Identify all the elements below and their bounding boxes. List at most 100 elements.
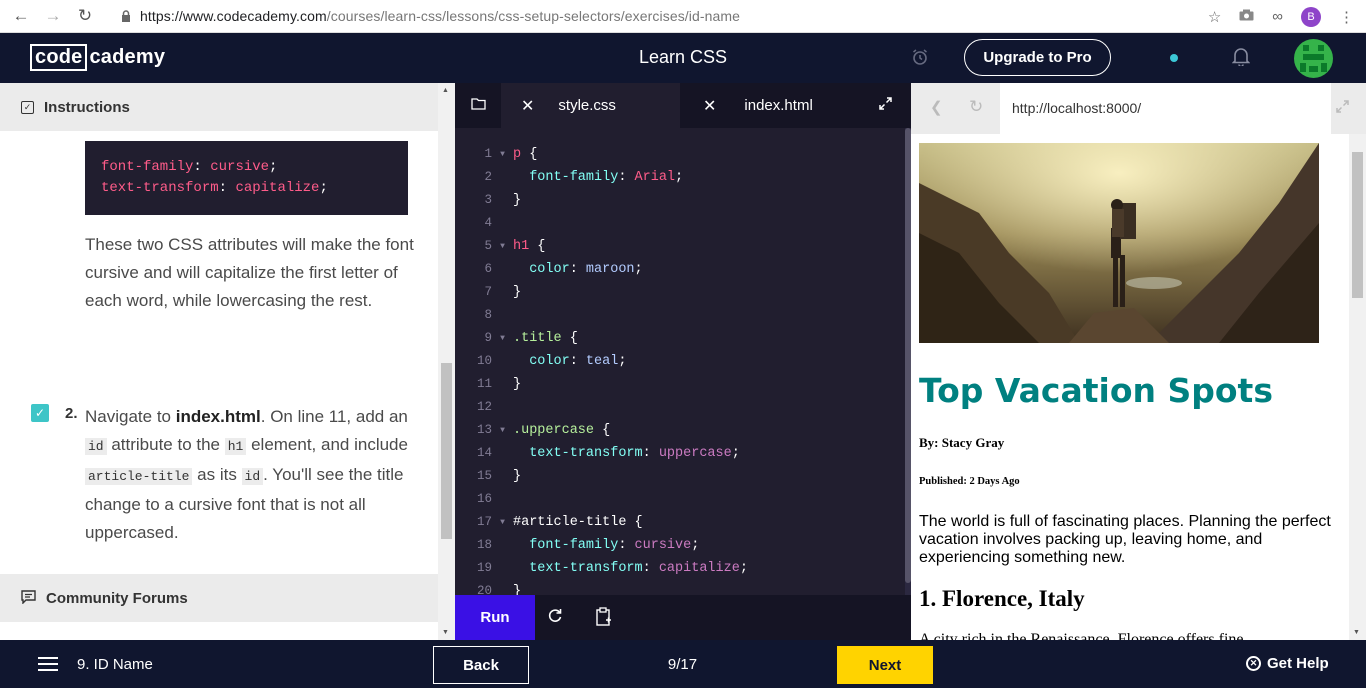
- line-number: 19: [476, 561, 492, 575]
- preview-title: Top Vacation Spots: [919, 371, 1273, 410]
- code-line[interactable]: 16: [455, 488, 905, 511]
- folder-icon[interactable]: [471, 97, 486, 114]
- code-line[interactable]: 11}: [455, 373, 905, 396]
- line-number: 9: [484, 331, 492, 345]
- scroll-up-icon[interactable]: ▲: [442, 87, 449, 94]
- scroll-down-icon[interactable]: ▼: [1353, 629, 1360, 636]
- instructions-header[interactable]: ✓ Instructions: [0, 83, 438, 131]
- fold-arrow-icon[interactable]: ▼: [492, 419, 513, 442]
- task-text: Navigate to index.html. On line 11, add …: [85, 407, 408, 542]
- code-token: {: [594, 423, 611, 438]
- code-token: }: [513, 377, 522, 392]
- user-avatar[interactable]: [1294, 39, 1333, 78]
- code-token: }: [513, 584, 522, 595]
- code-line[interactable]: 15}: [455, 465, 905, 488]
- reload-icon[interactable]: ↻: [71, 2, 99, 30]
- code-line[interactable]: 8: [455, 304, 905, 327]
- code-token: }: [513, 193, 522, 208]
- back-button[interactable]: Back: [433, 646, 529, 684]
- upgrade-to-pro-button[interactable]: Upgrade to Pro: [964, 39, 1111, 76]
- task-filename: index.html: [175, 407, 261, 426]
- clipboard-icon[interactable]: [596, 607, 612, 631]
- expand-icon[interactable]: [879, 97, 892, 113]
- line-number: 18: [476, 538, 492, 552]
- community-forums-header[interactable]: Community Forums: [0, 574, 438, 622]
- task-checkbox[interactable]: ✓: [31, 404, 49, 422]
- scroll-down-icon[interactable]: ▼: [442, 629, 449, 636]
- exercise-name[interactable]: 9. ID Name: [77, 656, 153, 673]
- code-line[interactable]: 12: [455, 396, 905, 419]
- code-line[interactable]: 18 font-family: cursive;: [455, 534, 905, 557]
- code-line[interactable]: 4: [455, 212, 905, 235]
- alarm-clock-icon[interactable]: [911, 48, 929, 71]
- get-help-button[interactable]: ✕ Get Help: [1246, 655, 1329, 672]
- code-line[interactable]: 19 text-transform: capitalize;: [455, 557, 905, 580]
- preview-intro: The world is full of fascinating places.…: [919, 513, 1331, 566]
- line-number: 4: [484, 216, 492, 230]
- fold-arrow-icon[interactable]: ▼: [492, 235, 513, 258]
- code-line[interactable]: 5 ▼ h1 {: [455, 235, 905, 258]
- app-footer: 9. ID Name Back 9/17 Next ✕ Get Help: [0, 640, 1366, 688]
- scrollbar-thumb[interactable]: [441, 363, 452, 539]
- close-icon[interactable]: ✕: [521, 96, 534, 116]
- menu-icon[interactable]: [38, 657, 58, 671]
- code-line[interactable]: 7}: [455, 281, 905, 304]
- code-line[interactable]: 1 ▼ p {: [455, 143, 905, 166]
- course-title: Learn CSS: [638, 47, 728, 67]
- code-line[interactable]: 2 font-family: Arial;: [455, 166, 905, 189]
- star-icon[interactable]: ☆: [1208, 8, 1221, 26]
- profile-avatar[interactable]: B: [1301, 6, 1321, 27]
- instructions-scrollbar[interactable]: ▲ ▼: [438, 83, 455, 640]
- code-token: text-transform: [529, 446, 643, 461]
- code-line[interactable]: 3}: [455, 189, 905, 212]
- preview-scrollbar[interactable]: ▼: [1349, 134, 1366, 640]
- preview-address-bar[interactable]: http://localhost:8000/: [1000, 83, 1331, 134]
- fold-arrow-icon[interactable]: ▼: [492, 143, 513, 166]
- fold-arrow-icon[interactable]: ▼: [492, 511, 513, 534]
- reload-icon[interactable]: ↻: [969, 97, 983, 117]
- preview-byline: By: Stacy Gray: [919, 435, 1005, 450]
- tab-label: style.css: [558, 97, 616, 114]
- back-arrow-icon[interactable]: ←: [7, 2, 35, 30]
- code-token: }: [513, 285, 522, 300]
- more-menu-icon[interactable]: ⋮: [1339, 8, 1354, 26]
- run-button[interactable]: Run: [455, 595, 535, 640]
- code-line[interactable]: 10 color: teal;: [455, 350, 905, 373]
- hero-image: [919, 143, 1319, 343]
- code-token: color: [529, 354, 570, 369]
- code-area[interactable]: 1 ▼ p {2 font-family: Arial; 3} 4 5 ▼ h1 {6 col…: [455, 143, 905, 595]
- preview-pane: ❮ ↻ http://localhost:8000/ Top Vacation …: [911, 83, 1366, 640]
- scrollbar-thumb[interactable]: [1352, 152, 1363, 298]
- code-line[interactable]: 13 ▼ .uppercase {: [455, 419, 905, 442]
- tab-index-html[interactable]: ✕ index.html: [691, 83, 891, 128]
- run-bar: Run: [455, 595, 911, 640]
- code-token: maroon: [585, 262, 635, 277]
- next-button[interactable]: Next: [837, 646, 933, 684]
- code-prop: font-family: [101, 159, 194, 175]
- code-token: .uppercase: [513, 423, 595, 438]
- address-bar[interactable]: https://www.codecademy.com/courses/learn…: [140, 8, 740, 24]
- infinity-icon[interactable]: ∞: [1272, 8, 1283, 25]
- camera-icon[interactable]: [1239, 8, 1254, 25]
- preview-toolbar: ❮ ↻ http://localhost:8000/: [911, 83, 1366, 134]
- code-line[interactable]: 20}: [455, 580, 905, 595]
- code-token: {: [529, 239, 546, 254]
- reset-icon[interactable]: [547, 607, 563, 628]
- bell-icon[interactable]: [1231, 46, 1251, 72]
- code-line[interactable]: 9 ▼ .title {: [455, 327, 905, 350]
- lock-icon[interactable]: [121, 10, 131, 22]
- expand-icon[interactable]: [1336, 100, 1349, 116]
- code-line[interactable]: 14 text-transform: uppercase;: [455, 442, 905, 465]
- fold-arrow-icon[interactable]: ▼: [492, 327, 513, 350]
- forward-arrow-icon[interactable]: →: [39, 2, 67, 30]
- code-line[interactable]: 17 ▼ #article-title {: [455, 511, 905, 534]
- line-number: 20: [476, 584, 492, 595]
- back-chevron-icon[interactable]: ❮: [930, 98, 943, 116]
- close-icon[interactable]: ✕: [703, 96, 716, 116]
- tab-style-css[interactable]: ✕ style.css: [501, 83, 680, 128]
- code-token: cursive: [634, 538, 692, 553]
- task-number: 2.: [65, 405, 78, 422]
- code-line[interactable]: 6 color: maroon;: [455, 258, 905, 281]
